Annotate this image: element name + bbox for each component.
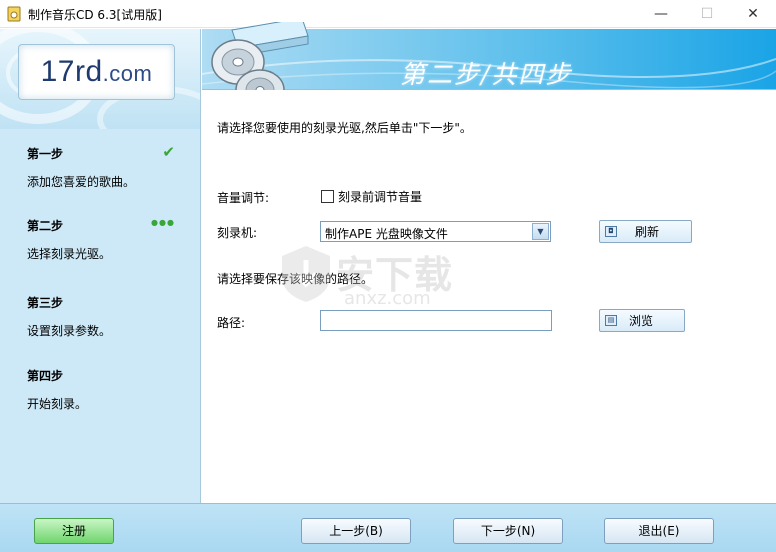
sidebar: 17rd.com 第一步 添加您喜爱的歌曲。 ✔ 第二步 选择刻录光驱。 ●●●…: [0, 29, 201, 503]
step-1: 第一步 添加您喜爱的歌曲。 ✔: [27, 143, 187, 190]
refresh-icon: ◘: [605, 226, 617, 237]
refresh-label[interactable]: 刷新: [635, 223, 659, 240]
current-step-dots-icon: ●●●: [151, 218, 175, 227]
check-icon: ✔: [162, 143, 175, 161]
burner-label: 刻录机:: [217, 226, 258, 240]
banner-title: 第二步/共四步: [400, 60, 573, 89]
exit-button[interactable]: 退出(E): [604, 518, 714, 544]
step-desc: 设置刻录参数。: [27, 324, 112, 338]
next-button[interactable]: 下一步(N): [453, 518, 563, 544]
watermark: 安下载 anxz.com: [278, 240, 498, 320]
step-desc: 开始刻录。: [27, 397, 88, 411]
sidebar-header: 17rd.com: [0, 29, 200, 129]
minimize-button[interactable]: —: [638, 0, 684, 28]
checkbox-box[interactable]: [321, 190, 334, 203]
step-title: 第四步: [27, 369, 64, 383]
step-desc: 添加您喜爱的歌曲。: [27, 175, 136, 189]
logo-main: 17rd: [40, 55, 103, 88]
shield-watermark-icon: [282, 246, 330, 302]
step-desc: 选择刻录光驱。: [27, 247, 112, 261]
logo: 17rd.com: [18, 44, 175, 100]
chevron-down-icon[interactable]: ▼: [532, 223, 549, 240]
volume-checkbox-label[interactable]: 刻录前调节音量: [338, 188, 422, 205]
bottom-bar: 注册 上一步(B) 下一步(N) 退出(E): [0, 503, 776, 552]
step-title: 第三步: [27, 296, 64, 310]
step-3: 第三步 设置刻录参数。: [27, 294, 187, 339]
instruction-text: 请选择您要使用的刻录光驱,然后单击"下一步"。: [217, 121, 472, 135]
watermark-sub: anxz.com: [344, 288, 431, 309]
title-bar: 制作音乐CD 6.3[试用版] — ☐ ✕: [0, 0, 776, 28]
volume-label: 音量调节:: [217, 191, 270, 205]
path-label: 路径:: [217, 316, 246, 330]
window-title: 制作音乐CD 6.3[试用版]: [28, 8, 162, 22]
browse-label[interactable]: 浏览: [629, 312, 653, 329]
burner-select[interactable]: 制作APE 光盘映像文件 ▼: [320, 221, 551, 242]
refresh-button[interactable]: ◘ 刷新: [599, 220, 692, 243]
step-2: 第二步 选择刻录光驱。 ●●●: [27, 217, 187, 262]
app-icon: [7, 6, 21, 22]
close-button[interactable]: ✕: [730, 0, 776, 28]
prev-button[interactable]: 上一步(B): [301, 518, 411, 544]
step-4: 第四步 开始刻录。: [27, 367, 187, 412]
logo-suffix: .com: [102, 61, 153, 86]
volume-checkbox[interactable]: 刻录前调节音量: [321, 188, 422, 205]
maximize-button[interactable]: ☐: [684, 0, 730, 28]
folder-icon: ▤: [605, 315, 617, 326]
register-button[interactable]: 注册: [34, 518, 114, 544]
browse-button[interactable]: ▤ 浏览: [599, 309, 685, 332]
